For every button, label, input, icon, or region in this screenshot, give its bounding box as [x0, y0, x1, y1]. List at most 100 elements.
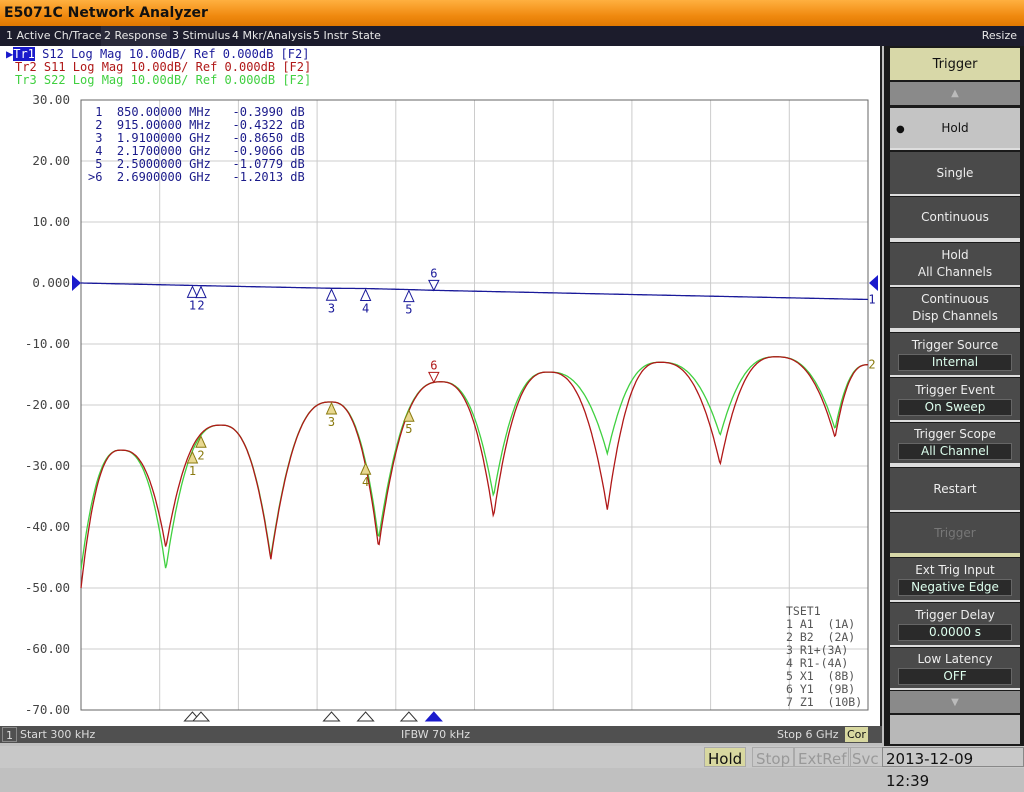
marker-icon: [359, 462, 372, 475]
marker-position-icon: [322, 711, 341, 722]
continuous-disp-channels-button[interactable]: Continuous Disp Channels: [890, 288, 1020, 332]
restart-button[interactable]: Restart: [890, 468, 1020, 512]
marker-label: 3: [88, 131, 117, 145]
ifbw[interactable]: IFBW 70 kHz: [401, 726, 470, 743]
marker-icon: [428, 371, 440, 384]
menu-stimulus[interactable]: 3 Stimulus: [169, 26, 233, 46]
marker-position-icon: [399, 711, 419, 722]
marker-icon: [325, 288, 338, 301]
channel-number: 1: [2, 727, 17, 742]
y-tick-label: -60.00: [24, 641, 70, 656]
marker-icon: [186, 285, 199, 298]
marker-freq: 2.5000000 GHz: [116, 157, 226, 171]
menu-response[interactable]: 2 Response: [101, 26, 171, 46]
marker-freq: 1.9100000 GHz: [116, 131, 226, 145]
marker-label: 1: [88, 105, 117, 119]
marker-freq: 850.00000 MHz: [116, 105, 226, 119]
marker-label: 4: [88, 144, 117, 158]
marker-label: 6: [430, 266, 437, 280]
menu-instr-state[interactable]: 5 Instr State: [310, 26, 384, 46]
marker-value: -1.2013 dB: [225, 170, 305, 184]
y-tick-label: -20.00: [24, 397, 70, 412]
marker-table: 1 850.00000 MHz -0.3990 dB 2 915.00000 M…: [88, 106, 305, 184]
start-frequency[interactable]: Start 300 kHz: [20, 726, 95, 743]
correction-badge: Cor: [845, 727, 868, 742]
marker-icon: [195, 285, 207, 299]
ref-left-arrow-icon: [72, 275, 81, 291]
marker-label: 2: [197, 448, 204, 462]
trigger-event-button[interactable]: Trigger Event On Sweep: [890, 378, 1020, 422]
status-extref: ExtRef: [794, 747, 851, 768]
marker-position-icon: [424, 711, 443, 722]
marker-label: 3: [328, 301, 335, 315]
trigger-scope-button[interactable]: Trigger Scope All Channel: [890, 423, 1020, 467]
softkey-panel: Trigger ▲ ● Hold Single Continuous Hold Al…: [884, 46, 1024, 746]
channel-status-bar: 1 Start 300 kHz IFBW 70 kHz Stop 6 GHz C…: [0, 726, 882, 743]
marker-label: 5: [88, 157, 117, 171]
hold-button[interactable]: ● Hold: [890, 108, 1020, 150]
radio-dot-icon: ●: [896, 124, 905, 135]
marker-label: 1: [189, 464, 196, 478]
marker-value: -0.8650 dB: [225, 131, 305, 145]
marker-icon: [428, 279, 440, 292]
title-bar: E5071C Network Analyzer: [0, 0, 1024, 26]
marker-position-icon: [356, 711, 375, 722]
trace-2-end-label: 2: [868, 358, 875, 372]
trace-list: ▶Tr1 S12 Log Mag 10.00dB/ Ref 0.000dB [F…: [6, 47, 311, 87]
trigger-button[interactable]: Trigger: [890, 513, 1020, 557]
marker-label: 5: [405, 422, 412, 436]
arrow-up-icon: ▲: [951, 88, 959, 99]
trigger-delay-button[interactable]: Trigger Delay 0.0000 s: [890, 603, 1020, 647]
marker-icon: [359, 288, 372, 302]
y-tick-label: -40.00: [24, 519, 70, 534]
marker-row: >6 2.6900000 GHz -1.2013 dB: [88, 171, 305, 184]
status-bar: Hold Stop ExtRef Svc 2013-12-09 12:39: [0, 746, 1024, 790]
arrow-down-icon: ▼: [951, 696, 959, 708]
marker-freq: 915.00000 MHz: [116, 118, 226, 132]
stop-frequency[interactable]: Stop 6 GHz: [777, 726, 839, 743]
window-title: E5071C Network Analyzer: [4, 5, 208, 21]
y-tick-label: -10.00: [24, 336, 70, 351]
tset-list: TSET1 1 A1 (1A) 2 B2 (2A) 3 R1+(3A) 4 R1-(4A…: [786, 605, 862, 709]
menu-mkr-analysis[interactable]: 4 Mkr/Analysis: [229, 26, 315, 46]
marker-label: 3: [328, 415, 335, 429]
marker-value: -1.0779 dB: [225, 157, 305, 171]
y-tick-label: 30.00: [32, 92, 70, 107]
status-hold: Hold: [704, 747, 747, 768]
y-tick-label: -30.00: [24, 458, 70, 473]
status-svc: Svc: [848, 747, 883, 768]
trace-1-end-label: 1: [868, 292, 875, 306]
menu-bar: 1 Active Ch/Trace 2 Response 3 Stimulus …: [0, 26, 1024, 46]
trace-3[interactable]: Tr3 S22 Log Mag 10.00dB/ Ref 0.000dB [F2…: [6, 74, 311, 87]
marker-freq: 2.6900000 GHz: [116, 170, 226, 184]
y-tick-label: 20.00: [32, 153, 70, 168]
tset-line: 7 Z1 (10B): [786, 695, 863, 709]
marker-value: -0.3990 dB: [225, 105, 305, 119]
marker-label: 2: [88, 118, 117, 132]
marker-value: -0.4322 dB: [225, 118, 305, 132]
marker-label: >6: [88, 170, 117, 184]
resize-button[interactable]: Resize: [979, 26, 1020, 46]
scroll-up-button[interactable]: ▲: [890, 82, 1020, 105]
trigger-source-button[interactable]: Trigger Source Internal: [890, 333, 1020, 377]
marker-label: 5: [405, 303, 412, 317]
marker-label: 6: [430, 358, 437, 372]
y-tick-label: 10.00: [32, 214, 70, 229]
ext-trig-input-button[interactable]: Ext Trig Input Negative Edge: [890, 558, 1020, 602]
blank-softkey: [890, 715, 1020, 744]
marker-icon: [403, 409, 415, 422]
scroll-down-button[interactable]: ▼: [890, 691, 1020, 713]
marker-label: 4: [362, 302, 369, 316]
status-datetime: 2013-12-09 12:39: [882, 747, 1024, 790]
marker-label: 4: [362, 475, 369, 489]
y-tick-label: -70.00: [24, 702, 70, 717]
hold-all-channels-button[interactable]: Hold All Channels: [890, 243, 1020, 287]
marker-freq: 2.1700000 GHz: [116, 144, 226, 158]
marker-icon: [403, 289, 415, 303]
low-latency-button[interactable]: Low Latency OFF: [890, 648, 1020, 690]
menu-active-ch-trace[interactable]: 1 Active Ch/Trace: [3, 26, 105, 46]
ref-right-arrow-icon: [869, 275, 878, 291]
y-tick-label: -50.00: [24, 580, 70, 595]
single-button[interactable]: Single: [890, 152, 1020, 196]
continuous-button[interactable]: Continuous: [890, 197, 1020, 242]
